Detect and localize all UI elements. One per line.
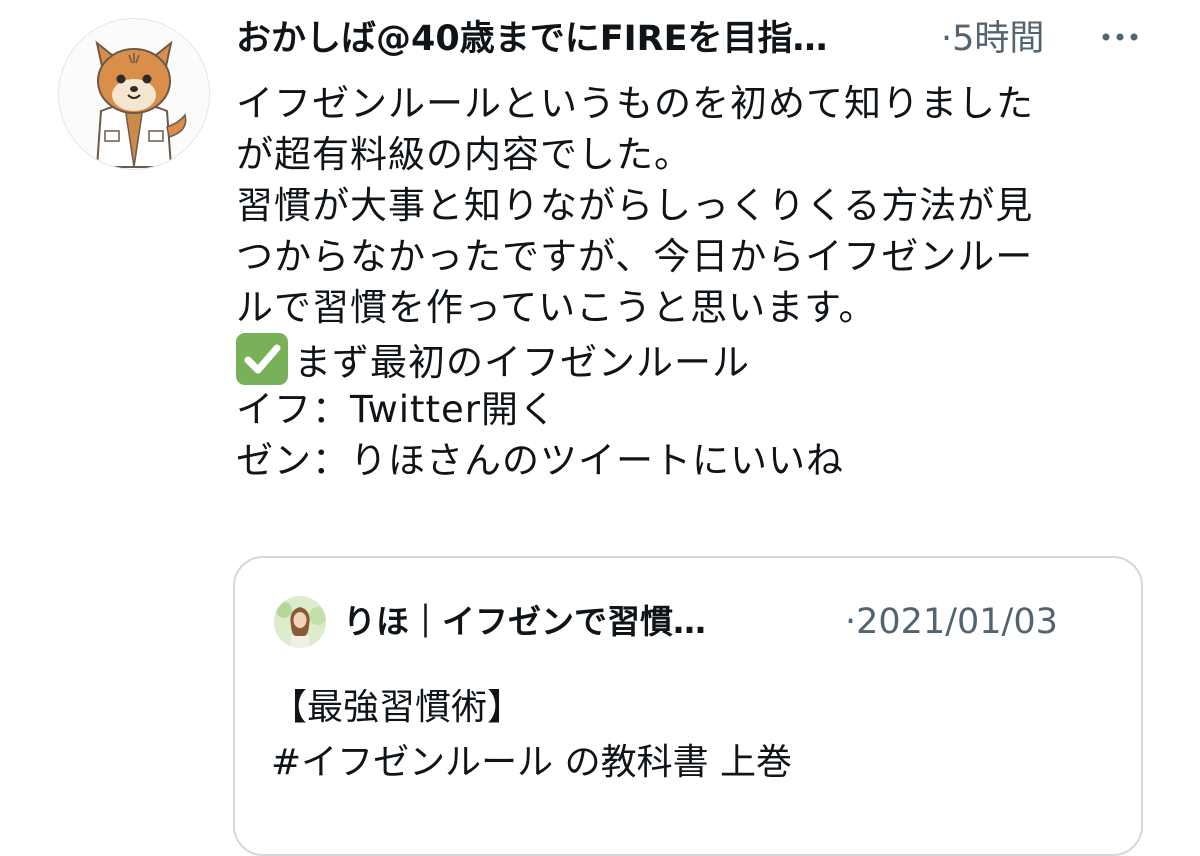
quoted-line: #イフゼンルール の教科書 上巻 (271, 742, 793, 783)
author-avatar[interactable] (58, 18, 210, 170)
quoted-author-photo (274, 596, 326, 648)
meta-separator: · (941, 19, 953, 59)
tweet-header: おかしば@40歳までにFIREを目指… ·5時間 (236, 12, 1196, 68)
quoted-line: 【最強習慣術】 (271, 687, 524, 728)
tweet-line: つからなかったですが、今日からイフゼンルー (236, 235, 1034, 278)
more-horizontal-icon[interactable] (1098, 22, 1142, 52)
shiba-doctor-illustration (95, 40, 187, 168)
tweet-text: イフゼンルールというものを初めて知りました が超有料級の内容でした。 習慣が大事… (236, 78, 1136, 486)
tweet-line: ルで習慣を作っていこうと思います。 (236, 286, 877, 329)
tweet-timestamp[interactable]: 5時間 (952, 19, 1044, 59)
quoted-tweet-text: 【最強習慣術】 #イフゼンルール の教科書 上巻 (271, 680, 1111, 790)
quoted-tweet-meta: ·2021/01/03 (845, 601, 1058, 643)
author-name[interactable]: おかしば@40歳までにFIREを目指… (236, 18, 936, 60)
quoted-author-avatar[interactable] (274, 596, 326, 648)
tweet-line-text: まず最初のイフゼンルール (294, 341, 750, 384)
tweet-line: イフゼンルールというものを初めて知りました (236, 82, 1034, 125)
quoted-meta-separator: · (845, 602, 857, 642)
tweet-line: が超有料級の内容でした。 (236, 133, 692, 176)
tweet-meta: ·5時間 (941, 18, 1044, 60)
quoted-tweet-card[interactable]: りほ｜イフゼンで習慣… ·2021/01/03 【最強習慣術】 #イフゼンルール… (233, 556, 1143, 856)
quoted-author-name[interactable]: りほ｜イフゼンで習慣… (343, 601, 803, 643)
tweet-line: 習慣が大事と知りながらしっくりくる方法が見 (236, 184, 1034, 227)
tweet-line: イフ：Twitter開く (236, 388, 558, 431)
tweet-line-checklist: まず最初のイフゼンルール (236, 333, 1136, 385)
check-mark-button-icon (236, 333, 288, 385)
tweet-line: ゼン：りほさんのツイートにいいね (236, 439, 844, 482)
quoted-tweet-date[interactable]: 2021/01/03 (856, 602, 1058, 642)
